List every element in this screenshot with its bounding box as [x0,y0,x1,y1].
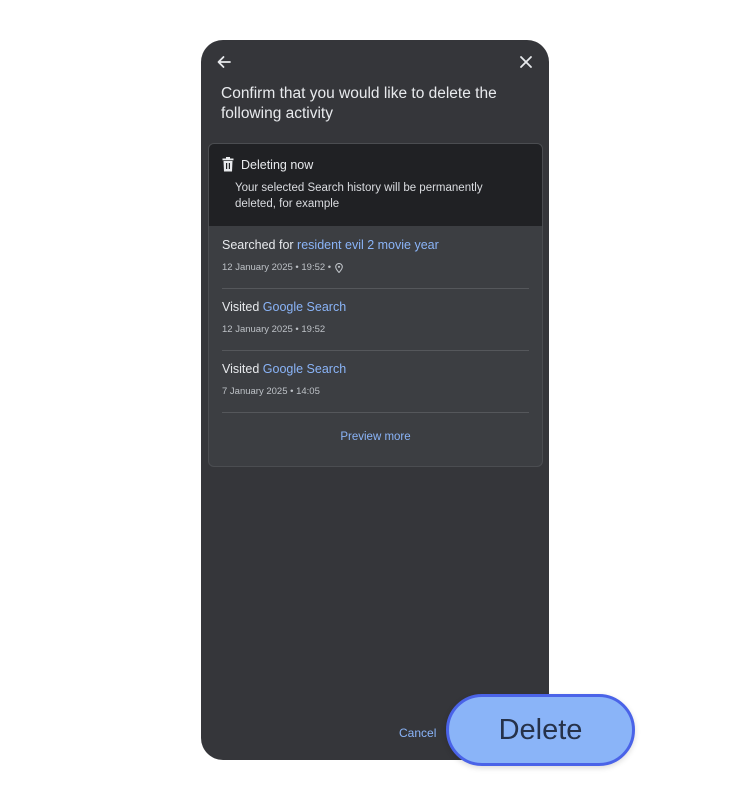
close-button[interactable] [512,48,540,76]
activity-title: Searched for resident evil 2 movie year [222,238,439,252]
activity-link[interactable]: Google Search [263,362,346,376]
activity-timestamp: 12 January 2025 • 19:52 [222,324,326,335]
back-button[interactable] [210,48,238,76]
activity-item[interactable]: Visited Google Search 12 January 2025 • … [222,288,529,351]
summary-description: Your selected Search history will be per… [235,182,483,210]
activity-link[interactable]: resident evil 2 movie year [297,238,439,252]
activity-prefix: Searched for [222,238,298,252]
trash-icon [222,157,234,172]
preview-more-button[interactable]: Preview more [209,431,542,443]
activity-card: Deleting now Your selected Search histor… [208,143,543,467]
cancel-button[interactable]: Cancel [399,726,436,740]
activity-title: Visited Google Search [222,362,346,376]
activity-prefix: Visited [222,362,263,376]
summary-heading: Deleting now [241,158,314,172]
activity-prefix: Visited [222,300,263,314]
dialog-title: Confirm that you would like to delete th… [221,85,497,122]
activity-meta: 7 January 2025 • 14:05 [222,386,320,397]
arrow-left-icon [217,56,231,68]
activity-meta: 12 January 2025 • 19:52 • [222,262,343,273]
activity-link[interactable]: Google Search [263,300,346,314]
activity-meta: 12 January 2025 • 19:52 [222,324,325,335]
activity-item[interactable]: Visited Google Search 7 January 2025 • 1… [222,350,529,413]
close-icon [520,56,532,68]
deleting-summary: Deleting now Your selected Search histor… [209,144,542,226]
top-bar [201,40,549,84]
activity-title: Visited Google Search [222,300,346,314]
delete-activity-dialog: Confirm that you would like to delete th… [201,40,549,760]
location-pin-icon [335,262,343,273]
activity-item[interactable]: Searched for resident evil 2 movie year … [222,226,529,289]
activity-timestamp: 7 January 2025 • 14:05 [222,386,320,397]
activity-timestamp: 12 January 2025 • 19:52 • [222,262,332,273]
delete-button[interactable]: Delete [446,694,635,766]
